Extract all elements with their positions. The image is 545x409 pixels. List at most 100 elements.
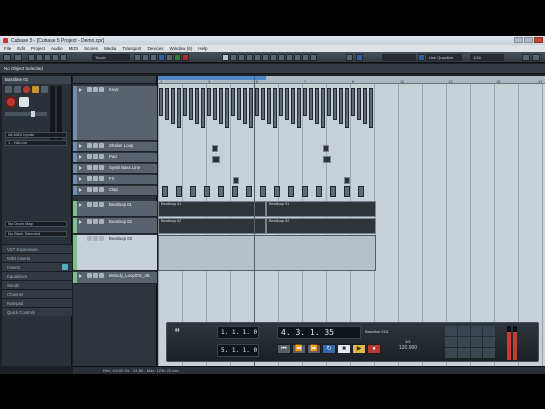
record-arm-icon[interactable]: [5, 96, 17, 108]
solo-button[interactable]: [93, 273, 98, 278]
marker-slot[interactable]: [457, 337, 470, 347]
track-row[interactable]: Clap: [73, 186, 157, 196]
expand-icon[interactable]: [79, 177, 82, 181]
marker-slot[interactable]: [445, 326, 457, 336]
midi-part[interactable]: [201, 88, 205, 128]
forward-button[interactable]: ⏩: [307, 344, 321, 354]
midi-part[interactable]: [330, 186, 336, 197]
inspector-track-name[interactable]: Bassline 01: [2, 76, 71, 84]
midi-part[interactable]: [171, 88, 175, 124]
track-name[interactable]: Pad: [109, 154, 117, 159]
midi-part[interactable]: [344, 177, 350, 184]
color-tool-icon[interactable]: [310, 54, 317, 61]
midi-part[interactable]: [237, 88, 241, 120]
quantize-type-select[interactable]: Use Quantize: [426, 54, 462, 61]
midi-part[interactable]: [357, 88, 361, 120]
menu-project[interactable]: Project: [31, 46, 45, 51]
mute-button[interactable]: [5, 86, 12, 93]
midi-part[interactable]: [177, 88, 181, 128]
menu-help[interactable]: Help: [198, 46, 207, 51]
activate-project-button[interactable]: [3, 54, 11, 61]
bypass-toggle[interactable]: [62, 264, 68, 270]
marker-slot[interactable]: [470, 326, 483, 336]
midi-part[interactable]: [363, 88, 367, 124]
track-name[interactable]: Keys: [109, 87, 119, 92]
expand-icon[interactable]: [79, 155, 82, 159]
mute-button[interactable]: [87, 165, 92, 170]
section-sends[interactable]: Sends: [2, 280, 72, 289]
mute-tool-icon[interactable]: [270, 54, 277, 61]
mute-button[interactable]: [87, 187, 92, 192]
midi-part[interactable]: [273, 88, 277, 128]
solo-button[interactable]: [93, 236, 98, 241]
snap-on-off-icon[interactable]: [356, 54, 363, 61]
tempo-display[interactable]: 120.000: [399, 345, 417, 357]
midi-part[interactable]: [232, 186, 238, 197]
drum-map-select[interactable]: No Drum Map: [5, 221, 67, 227]
play-tool-icon[interactable]: [302, 54, 309, 61]
draw-tool-icon[interactable]: [286, 54, 293, 61]
marker-slot[interactable]: [470, 348, 483, 358]
midi-part[interactable]: [255, 88, 259, 116]
midi-part[interactable]: [345, 88, 349, 128]
solo-button[interactable]: [93, 87, 98, 92]
menu-midi[interactable]: MIDI: [69, 46, 79, 51]
menu-media[interactable]: Media: [104, 46, 116, 51]
expand-icon[interactable]: [79, 166, 82, 170]
expand-icon[interactable]: [79, 188, 82, 192]
play-icon[interactable]: [174, 54, 181, 61]
record-button[interactable]: [99, 236, 104, 241]
maximize-button[interactable]: [524, 37, 533, 43]
track-row[interactable]: Beatloop 02: [73, 218, 157, 234]
record-button[interactable]: [99, 143, 104, 148]
midi-part[interactable]: [339, 88, 343, 124]
track-name[interactable]: Melody_Loop001_4B: [109, 273, 150, 278]
track-row[interactable]: Pad: [73, 153, 157, 163]
monitor-button[interactable]: [32, 86, 39, 93]
range-tool-icon[interactable]: [230, 54, 237, 61]
midi-part[interactable]: [333, 88, 337, 120]
split-tool-icon[interactable]: [238, 54, 245, 61]
menu-file[interactable]: File: [4, 46, 11, 51]
section-equalizers[interactable]: Equalizers: [2, 271, 72, 280]
midi-part[interactable]: [303, 88, 307, 116]
track-name[interactable]: Clap: [109, 187, 118, 192]
midi-part[interactable]: [225, 88, 229, 128]
track-row[interactable]: FX: [73, 175, 157, 185]
primary-time-display[interactable]: 4. 3. 1. 35: [277, 326, 361, 339]
marker-slot[interactable]: [470, 337, 483, 347]
quantize-presets-select[interactable]: 1/16: [470, 54, 504, 61]
mute-button[interactable]: [87, 143, 92, 148]
cycle-icon[interactable]: [158, 54, 165, 61]
record-button[interactable]: [99, 202, 104, 207]
expand-icon[interactable]: [79, 220, 82, 224]
midi-part[interactable]: [176, 186, 182, 197]
midi-part[interactable]: [183, 88, 187, 116]
show-pool-button[interactable]: [52, 54, 59, 61]
track-row[interactable]: Synth Bass Line: [73, 164, 157, 174]
midi-part[interactable]: [288, 186, 294, 197]
marker-slot[interactable]: [445, 337, 457, 347]
marker-slot[interactable]: [457, 348, 470, 358]
solo-button[interactable]: [93, 176, 98, 181]
midi-part[interactable]: [162, 186, 168, 197]
edit-instrument-icon[interactable]: [19, 97, 29, 107]
marker-slot[interactable]: [483, 326, 495, 336]
solo-button[interactable]: [14, 86, 21, 93]
midi-part[interactable]: [195, 88, 199, 124]
midi-part[interactable]: [321, 88, 325, 128]
midi-part[interactable]: [233, 177, 239, 184]
go-to-start-icon[interactable]: [134, 54, 141, 61]
midi-part[interactable]: [323, 156, 331, 163]
track-name[interactable]: Shaker Loop: [109, 143, 133, 148]
solo-button[interactable]: [93, 143, 98, 148]
midi-part[interactable]: [249, 88, 253, 128]
menu-window[interactable]: Window (6): [169, 46, 192, 51]
snap-to-zero-crossing-icon[interactable]: [418, 54, 425, 61]
marker-slot[interactable]: [457, 326, 470, 336]
midi-part[interactable]: [189, 88, 193, 120]
grid-type-select[interactable]: [382, 54, 416, 61]
record-button[interactable]: [99, 165, 104, 170]
audio-event[interactable]: Beatloop 01: [266, 201, 376, 217]
record-button[interactable]: [99, 87, 104, 92]
